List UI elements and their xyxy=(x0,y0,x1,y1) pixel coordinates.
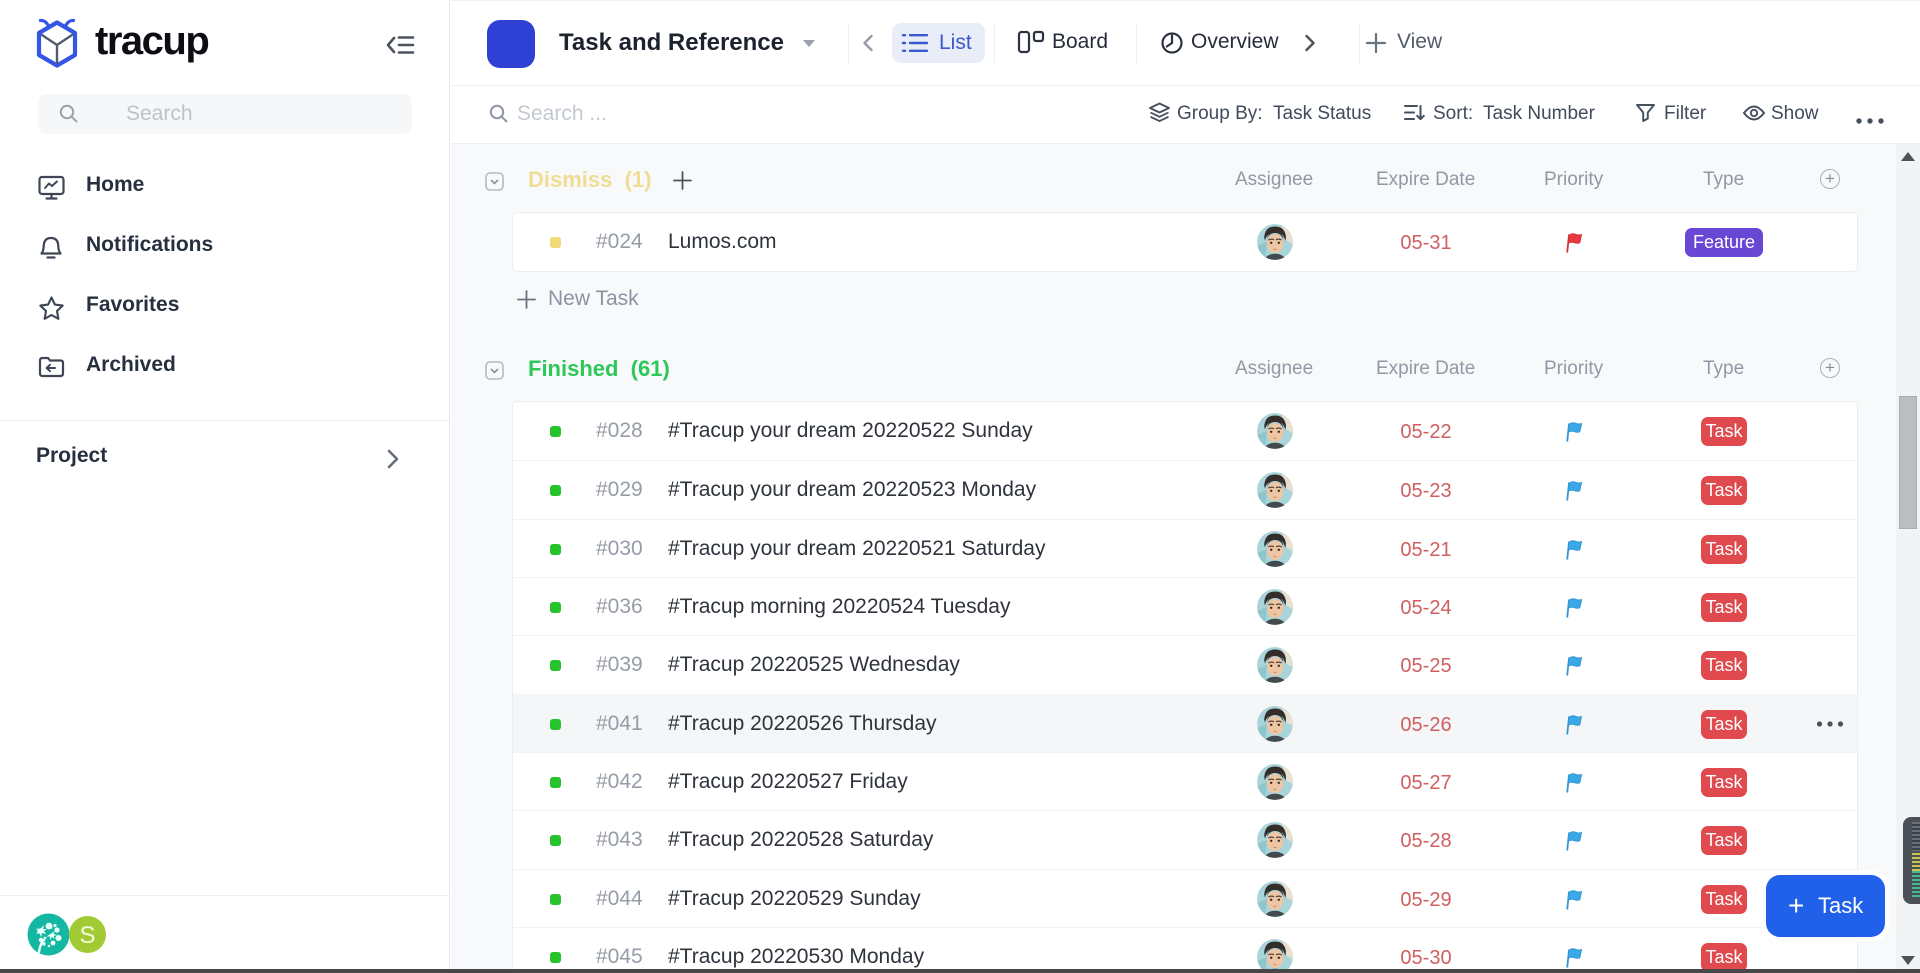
svg-text:S: S xyxy=(79,922,95,949)
